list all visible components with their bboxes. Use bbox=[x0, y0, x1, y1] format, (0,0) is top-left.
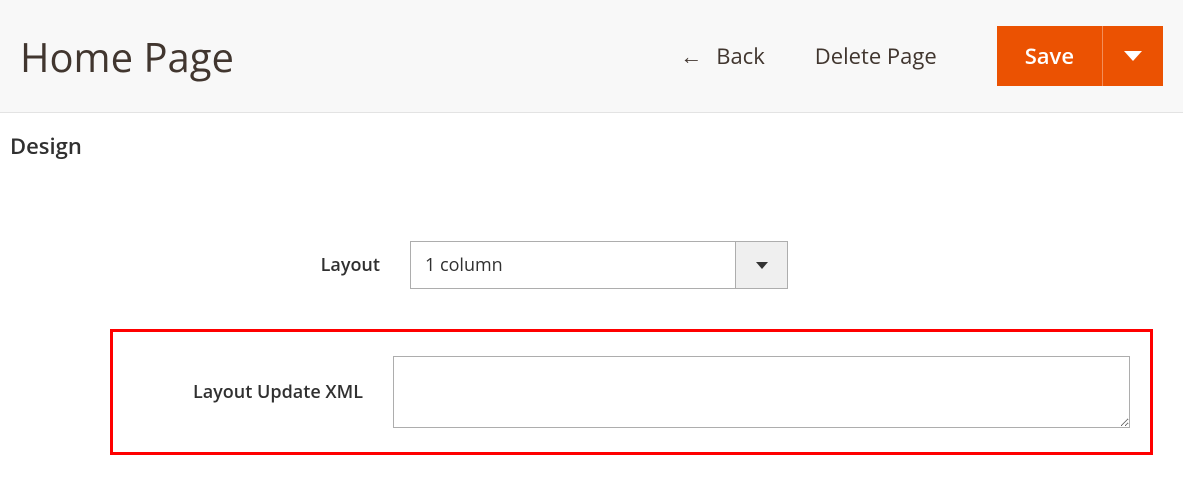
layout-update-xml-row: Layout Update XML bbox=[110, 329, 1153, 455]
layout-select[interactable]: 1 column bbox=[410, 241, 788, 289]
layout-update-xml-textarea[interactable] bbox=[393, 356, 1130, 428]
layout-label: Layout bbox=[10, 253, 410, 277]
save-button-group: Save bbox=[997, 26, 1163, 86]
back-button[interactable]: ← Back bbox=[680, 41, 765, 71]
design-section: Design Layout 1 column Layout Update XML bbox=[0, 113, 1183, 485]
layout-select-value: 1 column bbox=[411, 253, 735, 277]
section-title: Design bbox=[10, 131, 1173, 161]
chevron-down-icon bbox=[756, 262, 768, 269]
save-button[interactable]: Save bbox=[997, 26, 1103, 86]
chevron-down-icon bbox=[1124, 51, 1142, 61]
arrow-left-icon: ← bbox=[680, 45, 702, 67]
layout-select-toggle[interactable] bbox=[735, 242, 787, 288]
delete-page-button[interactable]: Delete Page bbox=[815, 41, 937, 71]
page-header: Home Page ← Back Delete Page Save bbox=[0, 0, 1183, 113]
header-actions: ← Back Delete Page Save bbox=[680, 26, 1163, 86]
back-button-label: Back bbox=[716, 41, 765, 71]
save-dropdown-button[interactable] bbox=[1103, 26, 1163, 86]
layout-update-xml-label: Layout Update XML bbox=[113, 380, 393, 404]
layout-row: Layout 1 column bbox=[10, 241, 1173, 289]
page-title: Home Page bbox=[20, 29, 680, 84]
